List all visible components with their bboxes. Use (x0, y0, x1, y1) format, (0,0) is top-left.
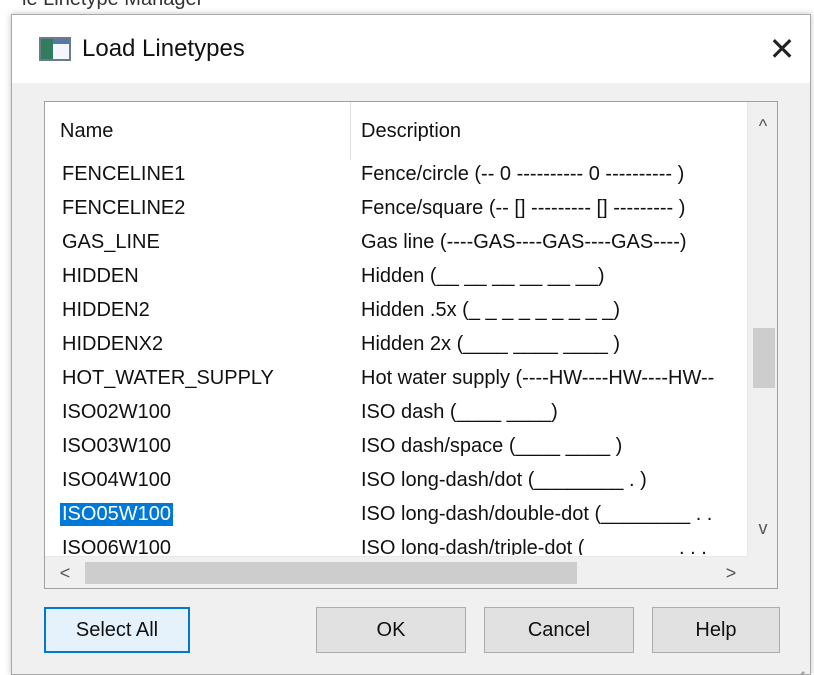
title-bar: Load Linetypes ✕ (12, 15, 810, 83)
list-item-gas-line[interactable]: GAS_LINE Gas line (----GAS----GAS----GAS… (45, 227, 747, 261)
linetype-description: ISO long-dash/double-dot (________ . . (361, 503, 713, 525)
linetype-description: Fence/square (-- [] --------- [] -------… (361, 197, 686, 219)
linetype-description: ISO long-dash/triple-dot (________ . . . (361, 537, 707, 555)
close-button[interactable]: ✕ (760, 27, 804, 71)
list-item-iso02w100[interactable]: ISO02W100 ISO dash (____ ____) (45, 397, 747, 431)
vertical-scroll-thumb[interactable] (753, 328, 775, 388)
linetype-description: Hot water supply (----HW----HW----HW-- (361, 367, 715, 389)
ok-button[interactable]: OK (316, 607, 466, 653)
linetype-name: ISO04W100 (62, 469, 171, 491)
linetype-name: GAS_LINE (62, 231, 160, 253)
list-item-iso04w100[interactable]: ISO04W100 ISO long-dash/dot (________ . … (45, 465, 747, 499)
linetype-description: Hidden 2x (____ ____ ____ ) (361, 333, 621, 355)
list-item-hidden2[interactable]: HIDDEN2 Hidden .5x (_ _ _ _ _ _ _ _ _) (45, 295, 747, 329)
linetype-description: ISO dash (____ ____) (361, 401, 558, 423)
linetype-name: FENCELINE1 (62, 163, 186, 185)
resize-grip-icon[interactable] (786, 651, 808, 675)
column-divider[interactable] (350, 102, 351, 160)
select-all-button[interactable]: Select All (44, 607, 190, 653)
list-item-hiddenx2[interactable]: HIDDENX2 Hidden 2x (____ ____ ____ ) (45, 329, 747, 363)
column-header-name[interactable]: Name (60, 120, 113, 143)
linetype-name: HIDDEN (62, 265, 139, 287)
cancel-button[interactable]: Cancel (484, 607, 634, 653)
list-item-iso03w100[interactable]: ISO03W100 ISO dash/space (____ ____ ) (45, 431, 747, 465)
linetype-name: FENCELINE2 (62, 197, 186, 219)
dialog-title: Load Linetypes (82, 35, 245, 62)
linetype-name: HIDDENX2 (62, 333, 164, 355)
horizontal-scroll-thumb[interactable] (85, 562, 577, 584)
linetype-description: ISO dash/space (____ ____ ) (361, 435, 623, 457)
linetype-name: HIDDEN2 (62, 299, 150, 321)
scrollbar-corner (747, 556, 777, 588)
column-header-description[interactable]: Description (361, 120, 461, 143)
horizontal-scrollbar[interactable]: < > (45, 556, 747, 588)
help-button[interactable]: Help (652, 607, 780, 653)
scroll-right-icon[interactable]: > (719, 561, 743, 585)
list-item-iso06w100[interactable]: ISO06W100 ISO long-dash/triple-dot (____… (45, 533, 747, 555)
list-item-hidden[interactable]: HIDDEN Hidden (__ __ __ __ __ __) (45, 261, 747, 295)
linetype-description: ISO long-dash/dot (________ . ) (361, 469, 647, 491)
linetype-description: Hidden (__ __ __ __ __ __) (361, 265, 605, 287)
scroll-up-icon[interactable]: ^ (748, 114, 777, 138)
linetype-description: Gas line (----GAS----GAS----GAS----) (361, 231, 687, 253)
scroll-left-icon[interactable]: < (53, 561, 77, 585)
linetype-name: ISO02W100 (62, 401, 171, 423)
list-item-hot-water-supply[interactable]: HOT_WATER_SUPPLY Hot water supply (----H… (45, 363, 747, 397)
load-linetypes-dialog: Load Linetypes ✕ Name Description FENCEL… (11, 14, 811, 675)
dialog-window-icon (39, 37, 71, 61)
scroll-down-icon[interactable]: v (748, 516, 777, 540)
list-rows: FENCELINE1 Fence/circle (-- 0 ----------… (45, 159, 747, 555)
linetype-description: Fence/circle (-- 0 ---------- 0 --------… (361, 163, 685, 185)
list-item-iso05w100-selected[interactable]: ISO05W100 ISO long-dash/double-dot (____… (45, 499, 747, 533)
linetype-name: ISO03W100 (62, 435, 171, 457)
linetype-name: HOT_WATER_SUPPLY (62, 367, 274, 389)
list-item-fenceline1[interactable]: FENCELINE1 Fence/circle (-- 0 ----------… (45, 159, 747, 193)
linetype-name: ISO06W100 (62, 537, 171, 555)
linetype-description: Hidden .5x (_ _ _ _ _ _ _ _ _) (361, 299, 621, 321)
list-item-fenceline2[interactable]: FENCELINE2 Fence/square (-- [] ---------… (45, 193, 747, 227)
linetype-name: ISO05W100 (60, 503, 173, 526)
background-title-text: le Linetype Manager (22, 0, 203, 11)
linetype-list[interactable]: Name Description FENCELINE1 Fence/circle… (44, 101, 778, 589)
list-header: Name Description (45, 102, 747, 160)
vertical-scrollbar[interactable]: ^ v (747, 102, 777, 556)
